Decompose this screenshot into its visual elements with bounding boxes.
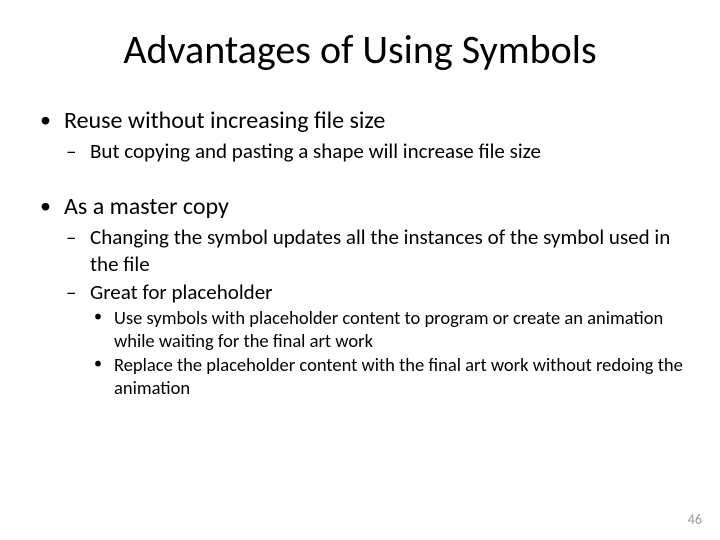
slide-body: Reuse without increasing file size But c… [36, 106, 684, 399]
slide-title: Advantages of Using Symbols [36, 28, 684, 72]
sub-bullet-item: Changing the symbol updates all the inst… [64, 224, 684, 277]
bullet-list: As a master copy Changing the symbol upd… [36, 192, 684, 399]
sub-bullet-list: Changing the symbol updates all the inst… [64, 224, 684, 399]
sub-bullet-text: Great for placeholder [90, 279, 272, 305]
spacer [36, 168, 684, 192]
bullet-item: As a master copy Changing the symbol upd… [36, 192, 684, 399]
sub-bullet-list: But copying and pasting a shape will inc… [64, 138, 684, 164]
bullet-item: Reuse without increasing file size But c… [36, 106, 684, 164]
sub-sub-bullet-text: Replace the placeholder content with the… [114, 353, 683, 399]
sub-sub-bullet-item: Use symbols with placeholder content to … [90, 307, 684, 352]
bullet-text: Reuse without increasing file size [64, 106, 385, 135]
slide: Advantages of Using Symbols Reuse withou… [0, 0, 720, 540]
sub-bullet-text: Changing the symbol updates all the inst… [90, 224, 670, 276]
bullet-text: As a master copy [64, 192, 229, 221]
sub-bullet-item: But copying and pasting a shape will inc… [64, 138, 684, 164]
sub-bullet-text: But copying and pasting a shape will inc… [90, 138, 541, 164]
sub-bullet-item: Great for placeholder Use symbols with p… [64, 279, 684, 400]
page-number: 46 [688, 511, 702, 528]
bullet-list: Reuse without increasing file size But c… [36, 106, 684, 164]
sub-sub-bullet-item: Replace the placeholder content with the… [90, 354, 684, 399]
sub-sub-bullet-text: Use symbols with placeholder content to … [114, 306, 663, 352]
sub-sub-bullet-list: Use symbols with placeholder content to … [90, 307, 684, 399]
